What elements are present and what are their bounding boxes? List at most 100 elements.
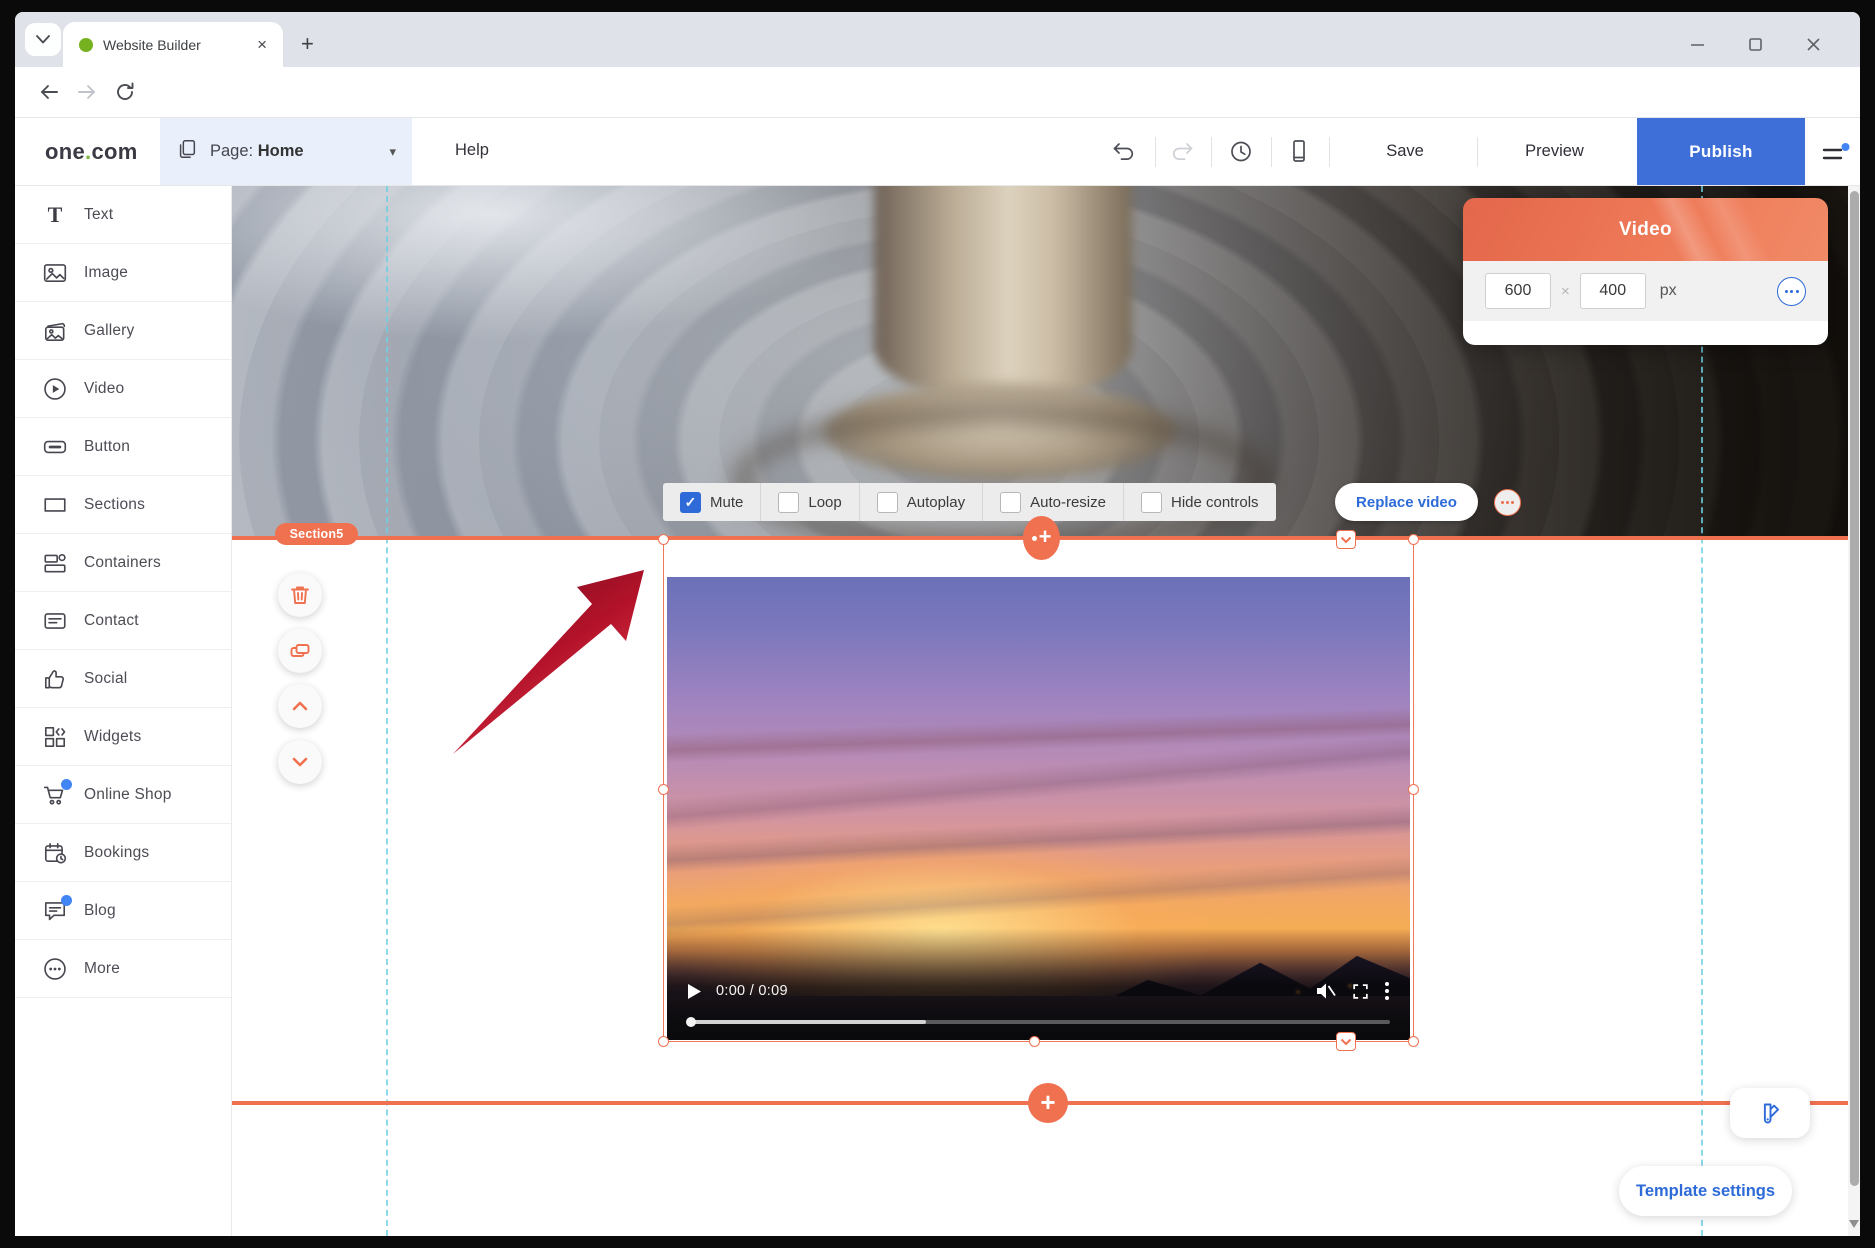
page-name: Home bbox=[258, 142, 304, 160]
contact-icon bbox=[42, 608, 68, 634]
new-tab-button[interactable]: + bbox=[301, 30, 314, 58]
resize-handle-top-left[interactable] bbox=[658, 534, 669, 545]
video-height-input[interactable] bbox=[1580, 273, 1646, 309]
redo-icon[interactable] bbox=[1168, 137, 1198, 167]
page-selector[interactable]: Page: Home ▾ bbox=[160, 118, 412, 185]
panel-more-options-icon[interactable] bbox=[1777, 277, 1806, 306]
sidebar-item-containers[interactable]: Containers bbox=[15, 534, 231, 592]
replace-video-button[interactable]: Replace video bbox=[1335, 483, 1478, 521]
collapse-chevron-top-icon[interactable] bbox=[1336, 530, 1356, 549]
gallery-icon bbox=[42, 318, 68, 344]
resize-handle-top-right[interactable] bbox=[1408, 534, 1419, 545]
toolbar-separator bbox=[1329, 137, 1330, 167]
reload-icon[interactable] bbox=[113, 80, 139, 106]
resize-handle-mid-right[interactable] bbox=[1408, 784, 1419, 795]
section-label-badge: Section5 bbox=[275, 523, 358, 545]
video-more-options-icon[interactable] bbox=[1494, 489, 1521, 516]
loop-checkbox[interactable]: ✓ bbox=[778, 492, 799, 513]
bookings-icon bbox=[42, 840, 68, 866]
sidebar-item-text[interactable]: T Text bbox=[15, 186, 231, 244]
browser-window: Website Builder × + bbox=[15, 12, 1860, 1236]
sunset-video[interactable]: 0:00 / 0:09 bbox=[667, 577, 1410, 1040]
video-panel-header[interactable]: Video bbox=[1463, 198, 1828, 261]
editor-canvas: Section5 ✓ Mute ✓ Loop ✓ Autoplay bbox=[232, 186, 1848, 1236]
duplicate-section-button[interactable] bbox=[278, 629, 322, 673]
settings-menu-icon[interactable] bbox=[1821, 140, 1851, 166]
preview-button[interactable]: Preview bbox=[1477, 118, 1632, 185]
pages-icon bbox=[176, 138, 198, 165]
resize-handle-bottom-right[interactable] bbox=[1408, 1036, 1419, 1047]
add-element-button[interactable]: + bbox=[1023, 516, 1060, 560]
containers-icon bbox=[42, 550, 68, 576]
drag-dot bbox=[1032, 536, 1037, 541]
tab-close-icon[interactable]: × bbox=[253, 35, 271, 55]
sidebar-item-gallery[interactable]: Gallery bbox=[15, 302, 231, 360]
toolbar-separator bbox=[1211, 137, 1212, 167]
video-settings-panel: Video × px bbox=[1463, 198, 1828, 345]
one-com-logo: one.com bbox=[45, 139, 138, 165]
video-width-input[interactable] bbox=[1485, 273, 1551, 309]
notification-dot bbox=[61, 895, 72, 906]
sections-icon bbox=[42, 492, 68, 518]
window-minimize-button[interactable] bbox=[1683, 32, 1711, 56]
canvas-scrollbar[interactable] bbox=[1848, 186, 1860, 1236]
scrollbar-down-arrow[interactable] bbox=[1848, 1220, 1860, 1232]
mute-option[interactable]: ✓ Mute bbox=[663, 483, 760, 521]
window-close-button[interactable] bbox=[1799, 32, 1827, 56]
back-icon[interactable] bbox=[37, 80, 63, 106]
loop-option[interactable]: ✓ Loop bbox=[761, 483, 858, 521]
fullscreen-icon[interactable] bbox=[1351, 982, 1370, 1001]
play-icon[interactable] bbox=[687, 983, 702, 1000]
resize-handle-bottom-center[interactable] bbox=[1029, 1036, 1040, 1047]
tab-search-chevron-button[interactable] bbox=[25, 23, 61, 56]
autoplay-option[interactable]: ✓ Autoplay bbox=[860, 483, 982, 521]
sidebar-item-widgets[interactable]: Widgets bbox=[15, 708, 231, 766]
add-section-button[interactable]: + bbox=[1028, 1083, 1068, 1123]
sidebar-item-video[interactable]: Video bbox=[15, 360, 231, 418]
autoplay-checkbox[interactable]: ✓ bbox=[877, 492, 898, 513]
notification-dot bbox=[61, 779, 72, 790]
template-settings-button[interactable]: Template settings bbox=[1619, 1166, 1792, 1216]
video-panel-body: × px bbox=[1463, 261, 1828, 321]
thumbs-up-icon bbox=[42, 666, 68, 692]
screenshot-stage: Website Builder × + bbox=[0, 0, 1875, 1248]
collapse-chevron-bottom-icon[interactable] bbox=[1336, 1032, 1356, 1051]
muted-volume-icon[interactable] bbox=[1315, 981, 1337, 1001]
scrollbar-thumb[interactable] bbox=[1850, 191, 1859, 1186]
auto-resize-option[interactable]: ✓ Auto-resize bbox=[983, 483, 1123, 521]
save-button[interactable]: Save bbox=[1333, 118, 1477, 185]
sidebar-item-sections[interactable]: Sections bbox=[15, 476, 231, 534]
sidebar-item-bookings[interactable]: Bookings bbox=[15, 824, 231, 882]
hide-controls-option[interactable]: ✓ Hide controls bbox=[1124, 483, 1276, 521]
history-icon[interactable] bbox=[1227, 137, 1257, 167]
sidebar-item-image[interactable]: Image bbox=[15, 244, 231, 302]
mobile-preview-icon[interactable] bbox=[1285, 137, 1315, 167]
forward-icon[interactable] bbox=[75, 80, 101, 106]
hide-controls-checkbox[interactable]: ✓ bbox=[1141, 492, 1162, 513]
sidebar-item-social[interactable]: Social bbox=[15, 650, 231, 708]
mute-checkbox[interactable]: ✓ bbox=[680, 492, 701, 513]
move-section-down-button[interactable] bbox=[278, 740, 322, 784]
help-button[interactable]: Help bbox=[455, 141, 489, 160]
design-palette-button[interactable] bbox=[1730, 1088, 1810, 1138]
sidebar-item-online-shop[interactable]: Online Shop bbox=[15, 766, 231, 824]
sidebar-item-blog[interactable]: Blog bbox=[15, 882, 231, 940]
sidebar-item-button[interactable]: Button bbox=[15, 418, 231, 476]
button-icon bbox=[42, 434, 68, 460]
resize-handle-mid-left[interactable] bbox=[658, 784, 669, 795]
browser-tab[interactable]: Website Builder × bbox=[63, 22, 283, 67]
player-kebab-icon[interactable] bbox=[1384, 981, 1390, 1001]
move-section-up-button[interactable] bbox=[278, 684, 322, 728]
sidebar-item-contact[interactable]: Contact bbox=[15, 592, 231, 650]
publish-button[interactable]: Publish bbox=[1637, 118, 1805, 185]
undo-icon[interactable] bbox=[1110, 137, 1140, 167]
delete-section-button[interactable] bbox=[278, 573, 322, 617]
sidebar-item-more[interactable]: More bbox=[15, 940, 231, 998]
progress-playhead[interactable] bbox=[686, 1017, 696, 1027]
window-maximize-button[interactable] bbox=[1741, 32, 1769, 56]
video-progress-bar[interactable] bbox=[687, 1020, 1390, 1024]
video-time-display: 0:00 / 0:09 bbox=[716, 983, 788, 999]
resize-handle-bottom-left[interactable] bbox=[658, 1036, 669, 1047]
auto-resize-checkbox[interactable]: ✓ bbox=[1000, 492, 1021, 513]
tab-favicon bbox=[79, 38, 93, 52]
